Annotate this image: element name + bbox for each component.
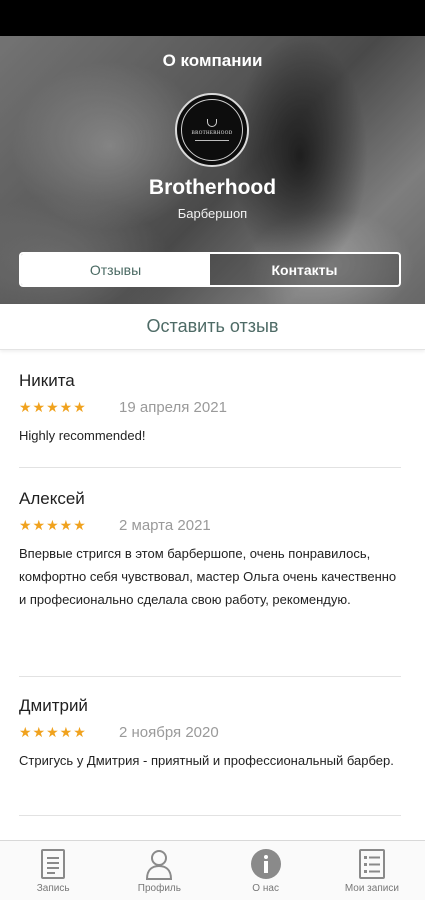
reviewer-name: Алексей [19, 489, 85, 508]
rating-stars-icon: ★★★★★ [19, 517, 87, 533]
review-date: 19 апреля 2021 [119, 399, 227, 416]
bottom-navigation: Запись Профиль О нас Мои записи [0, 840, 425, 900]
nav-booking[interactable]: Запись [0, 841, 106, 900]
tab-reviews[interactable]: Отзывы [21, 254, 210, 285]
divider [19, 676, 401, 677]
company-logo: BROTHERHOOD [175, 93, 249, 167]
review-item: Алексей ★★★★★ 2 марта 2021 Впервые стриг… [19, 489, 401, 611]
nav-label: Мои записи [344, 883, 399, 894]
tab-contacts[interactable]: Контакты [210, 254, 399, 285]
reviewer-name: Дмитрий [19, 696, 88, 715]
review-item: Никита ★★★★★ 19 апреля 2021 Highly recom… [19, 371, 401, 447]
nav-label: Профиль [137, 883, 181, 894]
review-text: Впервые стригся в этом барбершопе, очень… [19, 546, 397, 607]
review-item: Дмитрий ★★★★★ 2 ноября 2020 Стригусь у Д… [19, 696, 401, 772]
page-title: О компании [162, 51, 263, 70]
divider [19, 815, 401, 816]
list-icon [357, 847, 387, 881]
review-text: Highly recommended! [19, 428, 146, 443]
person-icon [144, 847, 174, 881]
logo-text: BROTHERHOOD [191, 131, 233, 136]
company-type: Барбершоп [177, 206, 248, 221]
nav-profile[interactable]: Профиль [106, 841, 212, 900]
leave-review-button[interactable]: Оставить отзыв [0, 304, 425, 350]
reviewer-name: Никита [19, 371, 75, 390]
company-header: О компании BROTHERHOOD Brotherhood Барбе… [0, 36, 425, 304]
logo-mark-icon [207, 119, 217, 127]
info-icon [250, 847, 282, 881]
tab-switcher: Отзывы Контакты [19, 252, 401, 287]
company-name: Brotherhood [148, 176, 277, 199]
nav-my-bookings[interactable]: Мои записи [319, 841, 425, 900]
nav-label: О нас [252, 883, 279, 894]
review-date: 2 ноября 2020 [119, 724, 219, 741]
review-date: 2 марта 2021 [119, 517, 211, 534]
nav-label: Запись [36, 883, 70, 894]
rating-stars-icon: ★★★★★ [19, 399, 87, 415]
divider [19, 467, 401, 468]
nav-about[interactable]: О нас [213, 841, 319, 900]
document-icon [38, 847, 68, 881]
rating-stars-icon: ★★★★★ [19, 724, 87, 740]
review-text: Стригусь у Дмитрия - приятный и професси… [19, 753, 394, 768]
status-bar [0, 0, 425, 36]
